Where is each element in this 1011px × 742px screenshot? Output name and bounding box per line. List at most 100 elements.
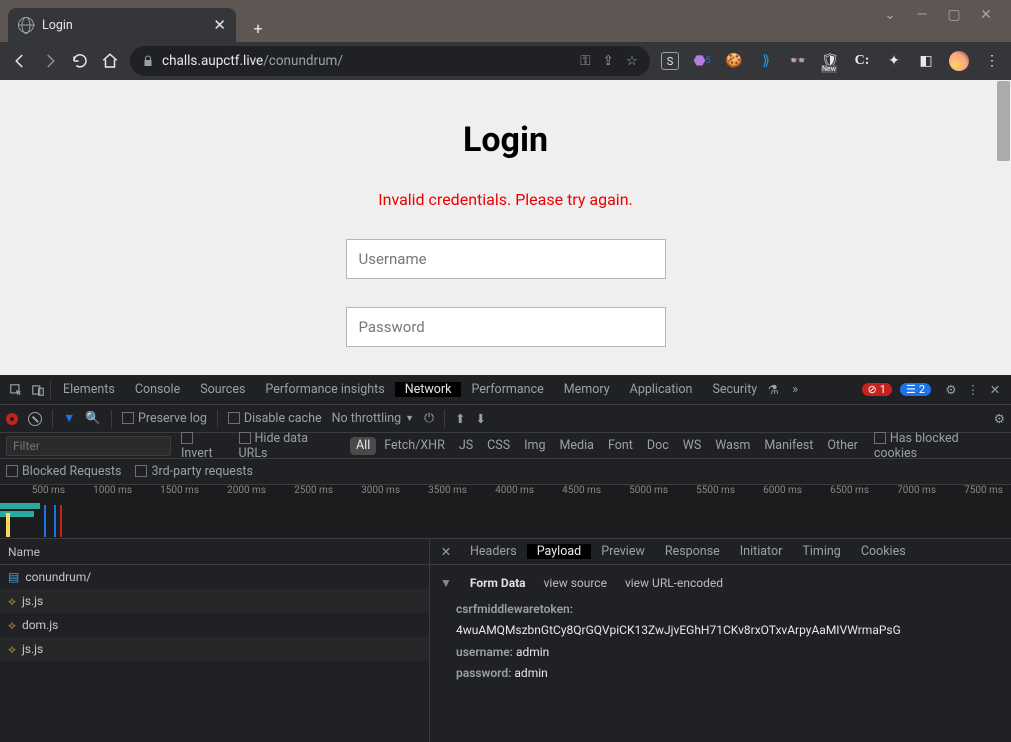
detail-tab-cookies[interactable]: Cookies <box>851 544 916 559</box>
wifi-icon[interactable]: ⏻ <box>424 411 434 426</box>
detail-tab-response[interactable]: Response <box>655 544 730 559</box>
ruler-tick: 7000 ms <box>871 485 938 499</box>
page-scrollbar[interactable] <box>996 80 1011 375</box>
address-bar[interactable]: challs.aupctf.live/conundrum/ ⚿ ⇪ ☆ <box>130 46 650 76</box>
share-icon[interactable]: ⇪ <box>603 53 614 69</box>
detail-tab-payload[interactable]: Payload <box>527 544 591 559</box>
new-tab-button[interactable]: + <box>244 14 272 42</box>
request-name: dom.js <box>22 618 58 632</box>
hide-data-urls-checkbox[interactable]: Hide data URLs <box>239 431 341 461</box>
detail-tab-preview[interactable]: Preview <box>591 544 655 559</box>
devtools-tab-elements[interactable]: Elements <box>53 382 125 397</box>
devtools-tab-network[interactable]: Network <box>395 382 462 397</box>
has-blocked-cookies-checkbox[interactable]: Has blocked cookies <box>874 431 1005 461</box>
filter-type-all[interactable]: All <box>350 437 376 455</box>
filter-type-font[interactable]: Font <box>602 437 639 455</box>
throttling-select[interactable]: No throttling ▼ <box>332 411 414 426</box>
devtools-tab-security[interactable]: Security <box>702 382 767 397</box>
search-icon[interactable]: 🔍 <box>85 411 101 426</box>
info-count-badge[interactable]: ☰2 <box>900 383 931 396</box>
third-party-checkbox[interactable]: 3rd-party requests <box>135 464 252 479</box>
filter-type-media[interactable]: Media <box>554 437 600 455</box>
back-button[interactable] <box>10 51 30 71</box>
ext-icon-3[interactable]: 🍪 <box>725 52 743 70</box>
filter-type-css[interactable]: CSS <box>481 437 516 455</box>
filter-type-other[interactable]: Other <box>821 437 863 455</box>
form-data-key: csrfmiddlewaretoken: <box>456 602 573 616</box>
forward-button[interactable] <box>40 51 60 71</box>
request-row[interactable]: ▤conundrum/ <box>0 565 429 589</box>
view-url-encoded-link[interactable]: view URL-encoded <box>625 573 723 595</box>
ext-icon-1[interactable]: S <box>661 52 679 70</box>
lock-icon <box>142 55 154 67</box>
preserve-log-checkbox[interactable]: Preserve log <box>122 411 207 426</box>
maximize-icon[interactable]: ▢ <box>947 8 961 22</box>
close-detail-icon[interactable]: ✕ <box>436 542 456 562</box>
browser-toolbar: challs.aupctf.live/conundrum/ ⚿ ⇪ ☆ S ⬣5… <box>0 42 1011 80</box>
filter-type-wasm[interactable]: Wasm <box>709 437 756 455</box>
caret-down-icon[interactable]: ▼ <box>440 573 452 595</box>
chevron-down-icon[interactable]: ⌄ <box>883 8 897 22</box>
name-column-header[interactable]: Name <box>0 539 429 565</box>
error-count-badge[interactable]: ⊘1 <box>862 383 892 396</box>
filter-type-img[interactable]: Img <box>518 437 551 455</box>
disable-cache-checkbox[interactable]: Disable cache <box>228 411 322 426</box>
reload-button[interactable] <box>70 51 90 71</box>
filter-type-doc[interactable]: Doc <box>641 437 675 455</box>
home-button[interactable] <box>100 51 120 71</box>
filter-funnel-icon[interactable]: ▼ <box>63 411 75 426</box>
devtools-tab-sources[interactable]: Sources <box>190 382 255 397</box>
ext-icon-7[interactable]: C: <box>853 52 871 70</box>
ext-icon-2[interactable]: ⬣5 <box>693 52 711 70</box>
download-har-icon[interactable]: ⬇ <box>475 411 485 427</box>
profile-avatar[interactable] <box>949 51 969 71</box>
browser-tab[interactable]: Login ✕ <box>8 8 236 42</box>
device-toggle-icon[interactable] <box>28 380 48 400</box>
kebab-menu-icon[interactable]: ⋮ <box>983 52 1001 70</box>
network-filter-row-2: Blocked Requests 3rd-party requests <box>0 459 1011 485</box>
key-icon[interactable]: ⚿ <box>580 53 590 69</box>
inspect-icon[interactable] <box>6 380 26 400</box>
close-window-icon[interactable]: ✕ <box>979 8 993 22</box>
ext-icon-4[interactable]: ⟫ <box>757 52 775 70</box>
filter-input[interactable] <box>6 436 171 456</box>
devtools-tab-performance[interactable]: Performance <box>461 382 553 397</box>
request-row[interactable]: ⟡js.js <box>0 589 429 613</box>
tab-strip: Login ✕ + <box>0 0 1011 42</box>
upload-har-icon[interactable]: ⬆ <box>455 411 465 427</box>
bookmark-icon[interactable]: ☆ <box>626 53 638 69</box>
extensions-icon[interactable]: ✦ <box>885 52 903 70</box>
username-input[interactable]: Username <box>346 239 666 279</box>
request-row[interactable]: ⟡js.js <box>0 637 429 661</box>
detail-tab-initiator[interactable]: Initiator <box>730 544 793 559</box>
devtools-menu-icon[interactable]: ⋮ <box>963 380 983 400</box>
blocked-requests-checkbox[interactable]: Blocked Requests <box>6 464 121 479</box>
ext-icon-6[interactable]: 🛡New <box>821 52 839 70</box>
devtools-tab-memory[interactable]: Memory <box>554 382 620 397</box>
close-tab-icon[interactable]: ✕ <box>213 18 226 33</box>
minimize-icon[interactable]: — <box>915 8 929 22</box>
file-doc-icon: ▤ <box>8 570 19 584</box>
filter-type-manifest[interactable]: Manifest <box>758 437 819 455</box>
view-source-link[interactable]: view source <box>544 573 607 595</box>
side-panel-icon[interactable]: ◧ <box>917 52 935 70</box>
settings-gear-icon[interactable]: ⚙ <box>941 380 961 400</box>
detail-tab-headers[interactable]: Headers <box>460 544 527 559</box>
network-timeline[interactable]: 500 ms1000 ms1500 ms2000 ms2500 ms3000 m… <box>0 485 1011 539</box>
devtools-tab-console[interactable]: Console <box>125 382 190 397</box>
filter-type-fetchxhr[interactable]: Fetch/XHR <box>378 437 451 455</box>
detail-tab-timing[interactable]: Timing <box>792 544 850 559</box>
devtools-tab-performance-insights[interactable]: Performance insights <box>255 382 394 397</box>
clear-button[interactable] <box>28 412 42 426</box>
request-row[interactable]: ⟡dom.js <box>0 613 429 637</box>
record-button[interactable] <box>6 413 18 425</box>
invert-checkbox[interactable]: Invert <box>181 431 229 461</box>
filter-type-ws[interactable]: WS <box>677 437 708 455</box>
filter-type-js[interactable]: JS <box>453 437 479 455</box>
network-settings-gear-icon[interactable]: ⚙ <box>994 411 1005 427</box>
password-input[interactable]: Password <box>346 307 666 347</box>
ext-icon-5[interactable]: 👓 <box>789 52 807 70</box>
devtools-tab-application[interactable]: Application <box>620 382 703 397</box>
more-tabs-icon[interactable]: » <box>785 380 805 400</box>
devtools-close-icon[interactable]: ✕ <box>985 380 1005 400</box>
